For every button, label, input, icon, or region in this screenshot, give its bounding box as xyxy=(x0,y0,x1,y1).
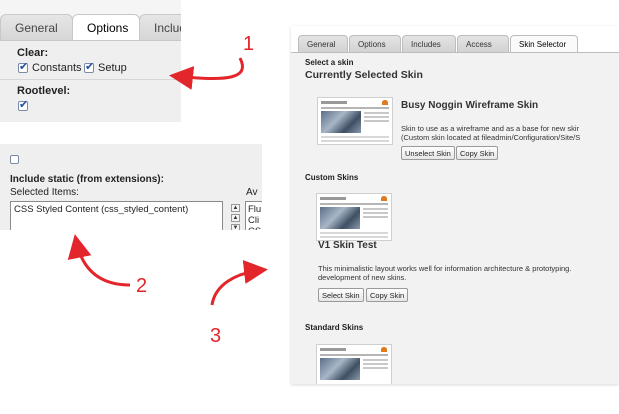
arrow-3 xyxy=(210,260,268,306)
callout-arrows xyxy=(67,57,268,306)
callout-number-2: 2 xyxy=(136,275,148,297)
arrow-1 xyxy=(169,57,244,90)
callout-number-1: 1 xyxy=(243,33,255,55)
callout-number-3: 3 xyxy=(210,325,222,347)
arrow-2 xyxy=(67,234,131,287)
